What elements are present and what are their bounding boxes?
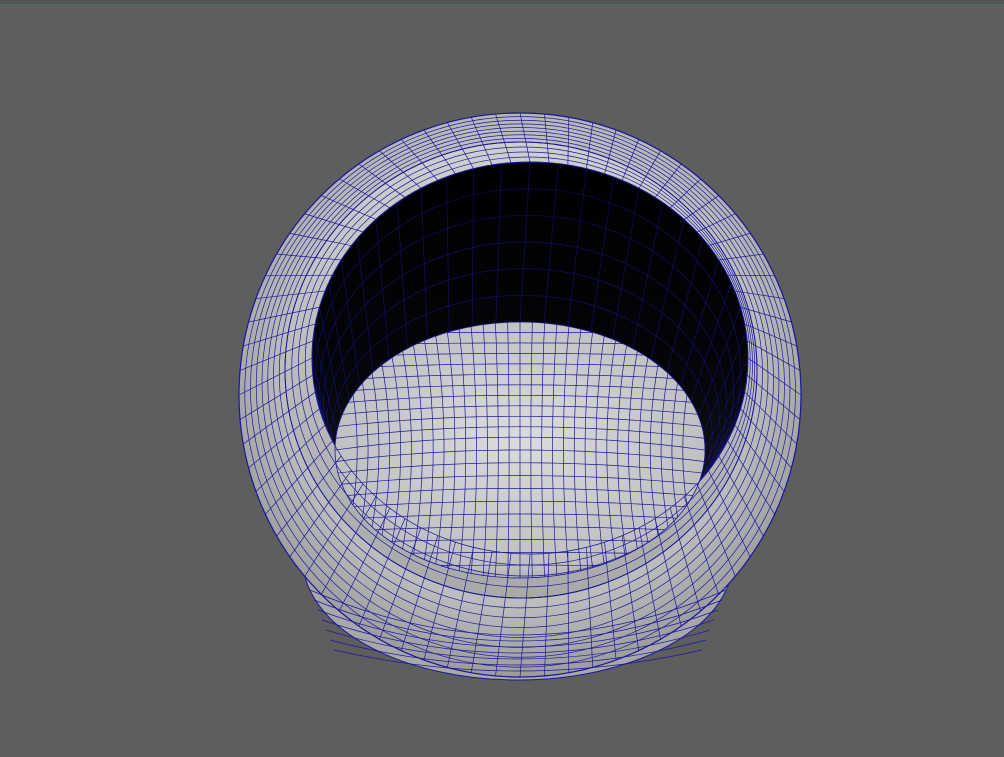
pot-mesh-model[interactable] (0, 0, 1004, 757)
3d-viewport[interactable] (0, 0, 1004, 757)
